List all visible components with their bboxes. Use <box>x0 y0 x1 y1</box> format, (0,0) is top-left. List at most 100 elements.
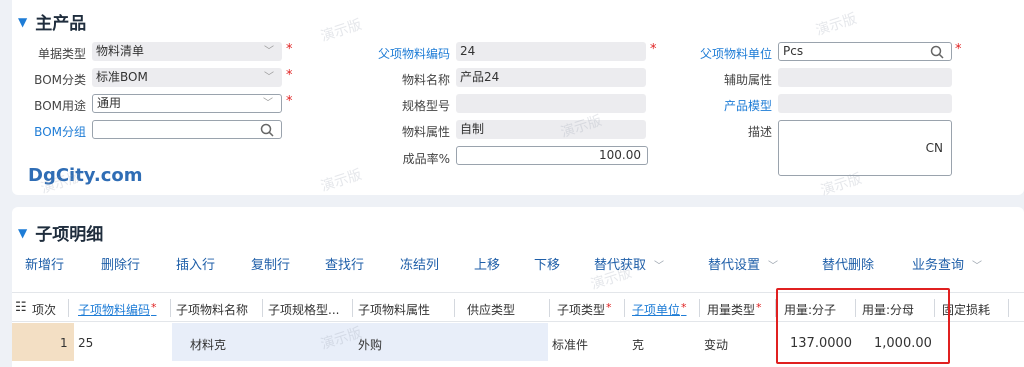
delete-row-button[interactable]: 删除行 <box>101 254 140 273</box>
search-icon[interactable] <box>929 44 945 60</box>
bom-usage-value: 通用 <box>97 96 122 110</box>
column-divider[interactable] <box>699 299 700 317</box>
main-section-header[interactable]: ▼ 主产品 <box>18 9 86 34</box>
col-idx[interactable]: 项次 <box>32 301 56 318</box>
column-settings-icon[interactable]: ☷ <box>15 300 27 315</box>
chevron-down-icon[interactable]: ﹀ <box>972 261 982 272</box>
parent-unit-value: Pcs <box>783 44 804 58</box>
bom-usage-select[interactable]: 通用 ﹀ <box>92 94 282 113</box>
aux-attr-field <box>778 68 952 87</box>
freeze-column-button[interactable]: 冻结列 <box>400 254 439 273</box>
logo: DgCity.com <box>28 165 143 186</box>
product-model-label[interactable]: 产品模型 <box>680 97 772 114</box>
collapse-caret-icon[interactable]: ▼ <box>18 15 27 29</box>
required-mark: * <box>606 301 612 314</box>
material-attr-field: 自制 <box>456 120 646 139</box>
detail-toolbar: 新增行 删除行 插入行 复制行 查找行 冻结列 上移 下移 替代获取 ﹀ 替代设置… <box>12 254 1024 278</box>
business-query-label: 业务查询 <box>912 258 965 273</box>
required-mark: * <box>286 42 293 57</box>
cell-child-code[interactable]: 25 <box>78 336 93 350</box>
column-divider[interactable] <box>262 299 263 317</box>
parent-unit-input[interactable]: Pcs <box>778 42 952 61</box>
required-mark: * <box>650 42 657 57</box>
col-child-spec[interactable]: 子项规格型... <box>268 301 339 318</box>
cell-usage-type[interactable]: 变动 <box>704 336 728 353</box>
required-mark: * <box>955 42 962 57</box>
column-divider[interactable] <box>624 299 625 317</box>
substitute-fetch-label: 替代获取 <box>594 258 647 273</box>
column-divider[interactable] <box>352 299 353 317</box>
col-usage-type[interactable]: 用量类型* <box>707 301 762 318</box>
material-attr-value: 自制 <box>460 122 485 136</box>
cell-child-name[interactable]: 材料克 <box>190 336 226 353</box>
add-row-button[interactable]: 新增行 <box>25 254 64 273</box>
cell-child-attr[interactable]: 外购 <box>358 336 382 353</box>
column-divider[interactable] <box>170 299 171 317</box>
parent-unit-label[interactable]: 父项物料单位 <box>680 45 772 62</box>
required-mark: * <box>151 301 157 314</box>
col-supply-type[interactable]: 供应类型 <box>467 301 515 318</box>
material-name-value: 产品24 <box>460 70 500 84</box>
collapse-caret-icon[interactable]: ▼ <box>18 226 27 240</box>
chevron-down-icon[interactable]: ﹀ <box>263 95 273 112</box>
parent-code-label[interactable]: 父项物料编码 <box>360 45 450 62</box>
col-child-attr[interactable]: 子项物料属性 <box>358 301 430 318</box>
material-name-label: 物料名称 <box>401 73 450 87</box>
doc-type-select[interactable]: 物料清单 ﹀ <box>92 42 282 61</box>
search-icon[interactable] <box>259 122 275 138</box>
highlight-annotation-box <box>776 288 950 364</box>
col-child-name[interactable]: 子项物料名称 <box>176 301 248 318</box>
move-up-button[interactable]: 上移 <box>474 254 500 273</box>
yield-rate-label: 成品率% <box>402 152 450 166</box>
bom-category-value: 标准BOM <box>96 70 148 84</box>
find-row-button[interactable]: 查找行 <box>325 254 364 273</box>
col-item-type-label: 子项类型 <box>557 303 606 317</box>
substitute-fetch-button[interactable]: 替代获取 ﹀ <box>594 254 664 273</box>
col-child-code[interactable]: 子项物料编码* <box>78 301 157 318</box>
column-divider[interactable] <box>549 299 550 317</box>
spec-model-label: 规格型号 <box>401 99 450 113</box>
parent-code-value: 24 <box>460 44 476 58</box>
cell-idx: 1 <box>60 336 68 350</box>
chevron-down-icon[interactable]: ﹀ <box>264 42 274 61</box>
chevron-down-icon[interactable]: ﹀ <box>264 68 274 87</box>
chevron-down-icon[interactable]: ﹀ <box>654 261 664 272</box>
column-divider[interactable] <box>1008 299 1009 317</box>
description-label: 描述 <box>747 125 772 139</box>
sub-section-title: 子项明细 <box>35 225 104 245</box>
bom-group-input[interactable] <box>92 120 282 139</box>
parent-code-field[interactable]: 24 <box>456 42 646 61</box>
doc-type-value: 物料清单 <box>96 44 145 58</box>
bom-category-label: BOM分类 <box>34 73 86 87</box>
col-item-type[interactable]: 子项类型* <box>557 301 612 318</box>
substitute-settings-label: 替代设置 <box>708 258 761 273</box>
move-down-button[interactable]: 下移 <box>534 254 560 273</box>
col-child-unit[interactable]: 子项单位* <box>632 301 687 318</box>
col-usage-type-label: 用量类型 <box>707 303 756 317</box>
required-mark: * <box>286 94 293 109</box>
main-section-title: 主产品 <box>35 14 87 34</box>
material-attr-label: 物料属性 <box>401 125 450 139</box>
insert-row-button[interactable]: 插入行 <box>176 254 215 273</box>
product-model-field[interactable] <box>778 94 952 113</box>
chevron-down-icon[interactable]: ﹀ <box>768 261 778 272</box>
business-query-button[interactable]: 业务查询 ﹀ <box>912 254 982 273</box>
aux-attr-label: 辅助属性 <box>723 73 772 87</box>
sub-section-header[interactable]: ▼ 子项明细 <box>18 220 103 245</box>
substitute-settings-button[interactable]: 替代设置 ﹀ <box>708 254 778 273</box>
cell-item-type[interactable]: 标准件 <box>552 336 588 353</box>
doc-type-label: 单据类型 <box>37 47 86 61</box>
yield-rate-input[interactable]: 100.00 <box>456 146 648 165</box>
description-textarea[interactable]: CN <box>778 120 952 176</box>
cell-child-unit[interactable]: 克 <box>632 336 644 353</box>
bom-group-label[interactable]: BOM分组 <box>20 123 86 140</box>
bom-category-select[interactable]: 标准BOM ﹀ <box>92 68 282 87</box>
column-divider[interactable] <box>454 299 455 317</box>
yield-rate-value: 100.00 <box>599 148 641 162</box>
column-divider[interactable] <box>68 299 69 317</box>
required-mark: * <box>756 301 762 314</box>
copy-row-button[interactable]: 复制行 <box>251 254 290 273</box>
substitute-delete-button[interactable]: 替代删除 <box>822 254 874 273</box>
spec-model-field <box>456 94 646 113</box>
required-mark: * <box>681 301 687 314</box>
